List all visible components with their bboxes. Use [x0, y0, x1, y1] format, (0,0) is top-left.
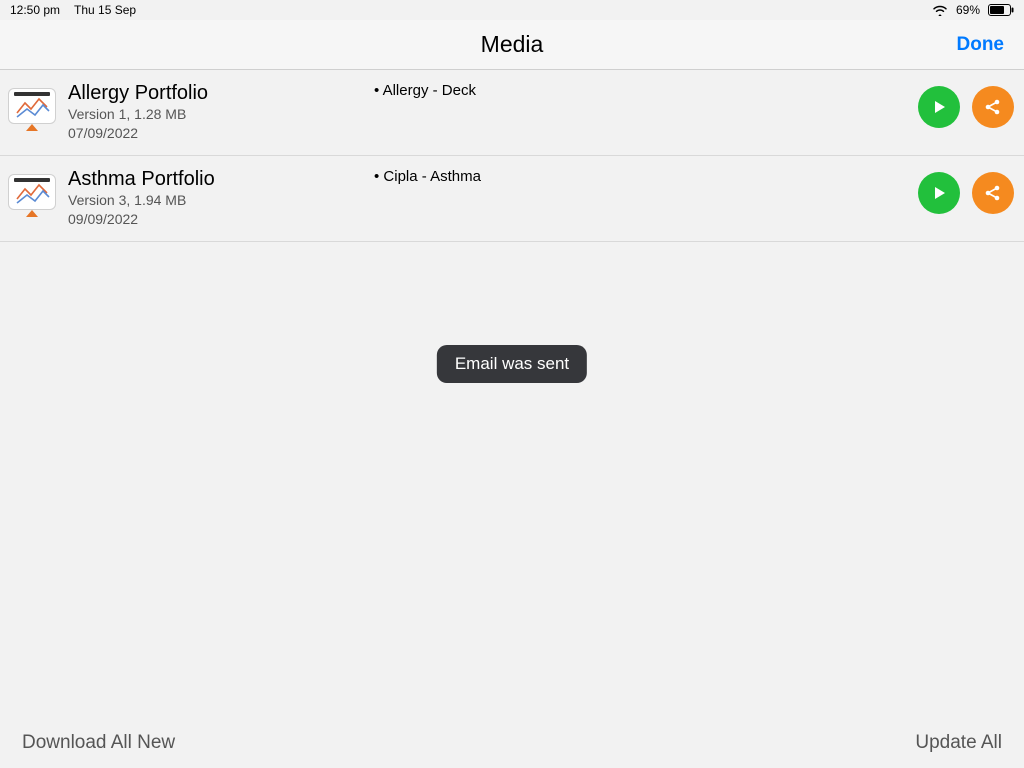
media-version: Version 3, 1.94 MB — [68, 191, 374, 210]
media-actions — [918, 172, 1014, 214]
play-button[interactable] — [918, 172, 960, 214]
update-all-button[interactable]: Update All — [915, 732, 1002, 754]
media-version: Version 1, 1.28 MB — [68, 105, 374, 124]
status-date: Thu 15 Sep — [74, 3, 136, 17]
media-meta: Allergy Portfolio Version 1, 1.28 MB 07/… — [56, 82, 374, 143]
presentation-thumbnail-icon — [8, 174, 56, 210]
share-button[interactable] — [972, 86, 1014, 128]
status-time: 12:50 pm — [10, 3, 60, 17]
media-row[interactable]: Asthma Portfolio Version 3, 1.94 MB 09/0… — [0, 156, 1024, 242]
status-left: 12:50 pm Thu 15 Sep — [10, 3, 144, 17]
battery-icon — [988, 4, 1014, 16]
media-title: Allergy Portfolio — [68, 82, 374, 105]
play-button[interactable] — [918, 86, 960, 128]
page-title: Media — [0, 20, 1024, 69]
media-date: 09/09/2022 — [68, 210, 374, 229]
wifi-icon — [932, 4, 948, 16]
presentation-thumbnail-icon — [8, 88, 56, 124]
media-actions — [918, 86, 1014, 128]
media-meta: Asthma Portfolio Version 3, 1.94 MB 09/0… — [56, 168, 374, 229]
status-right: 69% — [930, 3, 1014, 17]
battery-percent: 69% — [956, 3, 980, 17]
media-date: 07/09/2022 — [68, 124, 374, 143]
share-button[interactable] — [972, 172, 1014, 214]
footer-toolbar: Download All New Update All — [0, 718, 1024, 768]
nav-bar: Media Done — [0, 20, 1024, 70]
status-bar: 12:50 pm Thu 15 Sep 69% — [0, 0, 1024, 20]
media-row[interactable]: Allergy Portfolio Version 1, 1.28 MB 07/… — [0, 70, 1024, 156]
media-list: Allergy Portfolio Version 1, 1.28 MB 07/… — [0, 70, 1024, 718]
media-tag: • Cipla - Asthma — [374, 168, 918, 185]
toast-message: Email was sent — [437, 345, 587, 383]
media-title: Asthma Portfolio — [68, 168, 374, 191]
download-all-new-button[interactable]: Download All New — [22, 732, 175, 754]
done-button[interactable]: Done — [957, 20, 1005, 69]
media-tag: • Allergy - Deck — [374, 82, 918, 99]
